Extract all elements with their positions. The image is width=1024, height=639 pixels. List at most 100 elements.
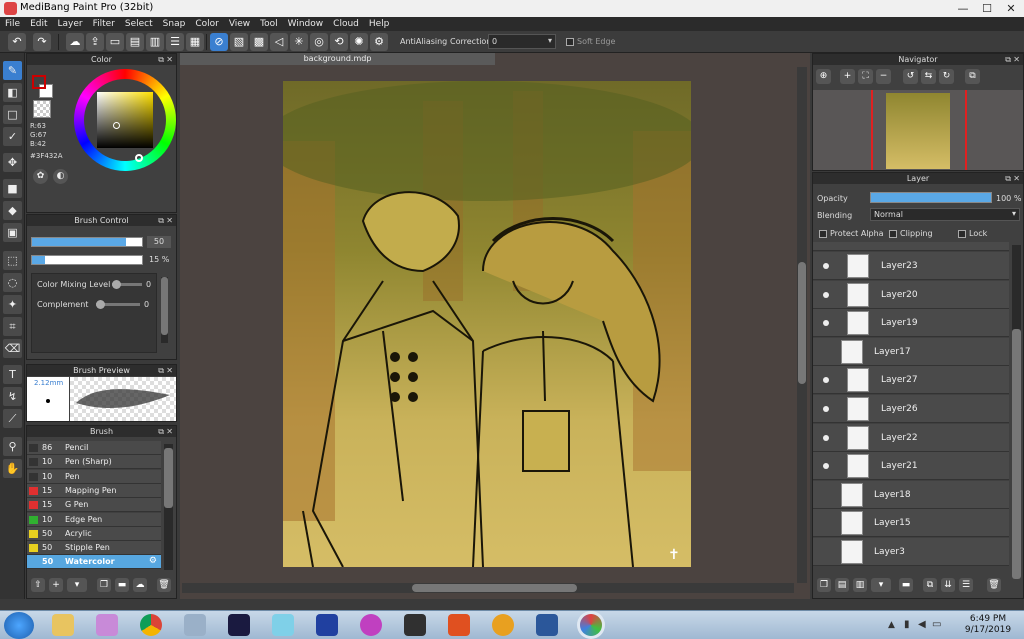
fit-window-icon[interactable]: ⛶	[858, 69, 873, 84]
soft-edge-checkbox[interactable]	[566, 38, 574, 46]
divide-tool-icon[interactable]: ⟋	[3, 409, 22, 428]
list-icon[interactable]: ☰	[166, 33, 184, 51]
flip-icon[interactable]: ⇆	[921, 69, 936, 84]
brush-item[interactable]: 50 Watercolor ⚙	[27, 555, 161, 570]
layer-row[interactable]: Layer19	[813, 309, 1009, 338]
video-app-icon[interactable]	[228, 614, 250, 636]
saturation-value-square[interactable]	[97, 92, 153, 148]
undock-icon[interactable]: ⧉	[158, 365, 164, 376]
brush-item[interactable]: 10 Pen (Sharp)	[27, 455, 161, 470]
network-icon[interactable]: ▮	[904, 619, 910, 630]
brush-tool-icon[interactable]: ✎	[3, 61, 22, 80]
undock-icon[interactable]: ⧉	[1005, 54, 1011, 65]
duplicate-layer-icon[interactable]: ⧉	[923, 578, 937, 592]
gradient-tool-icon[interactable]: ▣	[3, 223, 22, 242]
calculator-icon[interactable]	[184, 614, 206, 636]
snap-radial-icon[interactable]: ✳	[290, 33, 308, 51]
brush-item[interactable]: 10 Pen	[27, 469, 161, 484]
brush-folder-icon[interactable]: ▬	[115, 578, 129, 592]
merge-layer-icon[interactable]: ⇊	[941, 578, 955, 592]
canvas-vertical-scrollbar[interactable]	[797, 67, 807, 583]
pdf-app-icon[interactable]	[448, 614, 470, 636]
document-tab[interactable]: background.mdp	[180, 53, 495, 65]
undock-icon[interactable]: ⧉	[158, 426, 164, 437]
menu-file[interactable]: File	[0, 17, 25, 31]
menu-window[interactable]: Window	[283, 17, 329, 31]
menu-cloud[interactable]: Cloud	[328, 17, 364, 31]
redo-icon[interactable]: ↷	[33, 33, 51, 51]
color-picker-cursor[interactable]	[113, 122, 120, 129]
layer-row[interactable]: Layer21	[813, 452, 1009, 481]
brush-item[interactable]: 86 Pencil	[27, 441, 161, 455]
chat-icon[interactable]: ▤	[126, 33, 144, 51]
layer-visibility-icon[interactable]	[823, 291, 829, 298]
start-button[interactable]	[4, 612, 34, 639]
hue-picker-cursor[interactable]	[135, 154, 143, 162]
layer-visibility-icon[interactable]	[823, 263, 829, 269]
layer-row[interactable]: Layer27	[813, 366, 1009, 395]
new-8bit-layer-icon[interactable]: ▥	[853, 578, 867, 592]
brush-list-scrollbar[interactable]	[164, 444, 173, 570]
brush-item[interactable]: 15 G Pen	[27, 498, 161, 513]
tray-chevron-icon[interactable]: ▲	[888, 620, 895, 630]
operation-tool-icon[interactable]: ↯	[3, 387, 22, 406]
layer-list-scrollbar[interactable]	[1012, 245, 1021, 579]
undock-icon[interactable]: ⧉	[158, 54, 164, 65]
bucket-tool-icon[interactable]: ◆	[3, 201, 22, 220]
canvas-horizontal-scrollbar[interactable]	[182, 583, 794, 593]
menu-edit[interactable]: Edit	[25, 17, 52, 31]
eyedropper-tool-icon[interactable]: ⚲	[3, 437, 22, 456]
menu-snap[interactable]: Snap	[158, 17, 191, 31]
volume-icon[interactable]: ◀	[918, 619, 926, 630]
shape-tool-icon[interactable]: □	[3, 105, 22, 124]
brush-import-icon[interactable]: ⇧	[31, 578, 45, 592]
complement-slider[interactable]	[96, 300, 140, 309]
close-icon[interactable]: ✕	[166, 54, 173, 65]
snap-settings-icon[interactable]: ⚙	[370, 33, 388, 51]
layer-row[interactable]: Layer22	[813, 423, 1009, 452]
brush-item[interactable]: 15 Mapping Pen	[27, 483, 161, 498]
brush-item[interactable]: 50 Stipple Pen	[27, 541, 161, 556]
menu-view[interactable]: View	[224, 17, 255, 31]
rotate-left-icon[interactable]: ↺	[903, 69, 918, 84]
fill-rect-tool-icon[interactable]: ■	[3, 179, 22, 198]
close-button[interactable]: ✕	[1000, 1, 1022, 16]
undock-icon[interactable]: ⧉	[1005, 173, 1011, 184]
menu-layer[interactable]: Layer	[53, 17, 88, 31]
artwork-canvas[interactable]: ✝	[283, 81, 691, 567]
layer-row[interactable]: Layer20	[813, 280, 1009, 309]
rotate-right-icon[interactable]: ↻	[939, 69, 954, 84]
canvas-area[interactable]: background.mdp ✝	[180, 53, 810, 599]
chrome-icon[interactable]	[140, 614, 162, 636]
brush-add-bitmap-icon[interactable]: ▾	[67, 578, 87, 592]
menu-tool[interactable]: Tool	[255, 17, 282, 31]
brush-copy-icon[interactable]: ❐	[97, 578, 111, 592]
close-icon[interactable]: ✕	[1013, 173, 1020, 184]
brush-delete-icon[interactable]: 🗑	[157, 578, 171, 592]
brush-size-value[interactable]: 50	[147, 236, 171, 248]
file-explorer-icon[interactable]	[52, 614, 74, 636]
snap-grid-icon[interactable]: ▩	[250, 33, 268, 51]
layer-row[interactable]: Layer23	[813, 252, 1009, 280]
snap-vanish-icon[interactable]: ◁	[270, 33, 288, 51]
snap-circle-icon[interactable]: ◎	[310, 33, 328, 51]
blending-select[interactable]: Normal ▾	[870, 208, 1020, 221]
brush-item[interactable]: 10 Edge Pen	[27, 512, 161, 527]
move-tool-icon[interactable]: ✥	[3, 153, 22, 172]
select-eraser-tool-icon[interactable]: ⌫	[3, 339, 22, 358]
brush-settings-icon[interactable]: ⚙	[149, 556, 157, 566]
page-icon[interactable]: ▥	[146, 33, 164, 51]
menu-color[interactable]: Color	[190, 17, 224, 31]
notes-app-icon[interactable]	[272, 614, 294, 636]
close-icon[interactable]: ✕	[166, 215, 173, 226]
layer-visibility-icon[interactable]	[823, 434, 829, 441]
close-icon[interactable]: ✕	[166, 365, 173, 376]
undo-icon[interactable]: ↶	[8, 33, 26, 51]
new-layer-icon[interactable]: ❐	[817, 578, 831, 592]
snap-star-icon[interactable]: ✺	[350, 33, 368, 51]
bluetooth-icon[interactable]	[316, 614, 338, 636]
comment-icon[interactable]: ▭	[106, 33, 124, 51]
navigator-preview[interactable]	[813, 90, 1023, 170]
movie-maker-icon[interactable]	[404, 614, 426, 636]
zoom-fit-icon[interactable]: ⊕	[816, 69, 831, 84]
